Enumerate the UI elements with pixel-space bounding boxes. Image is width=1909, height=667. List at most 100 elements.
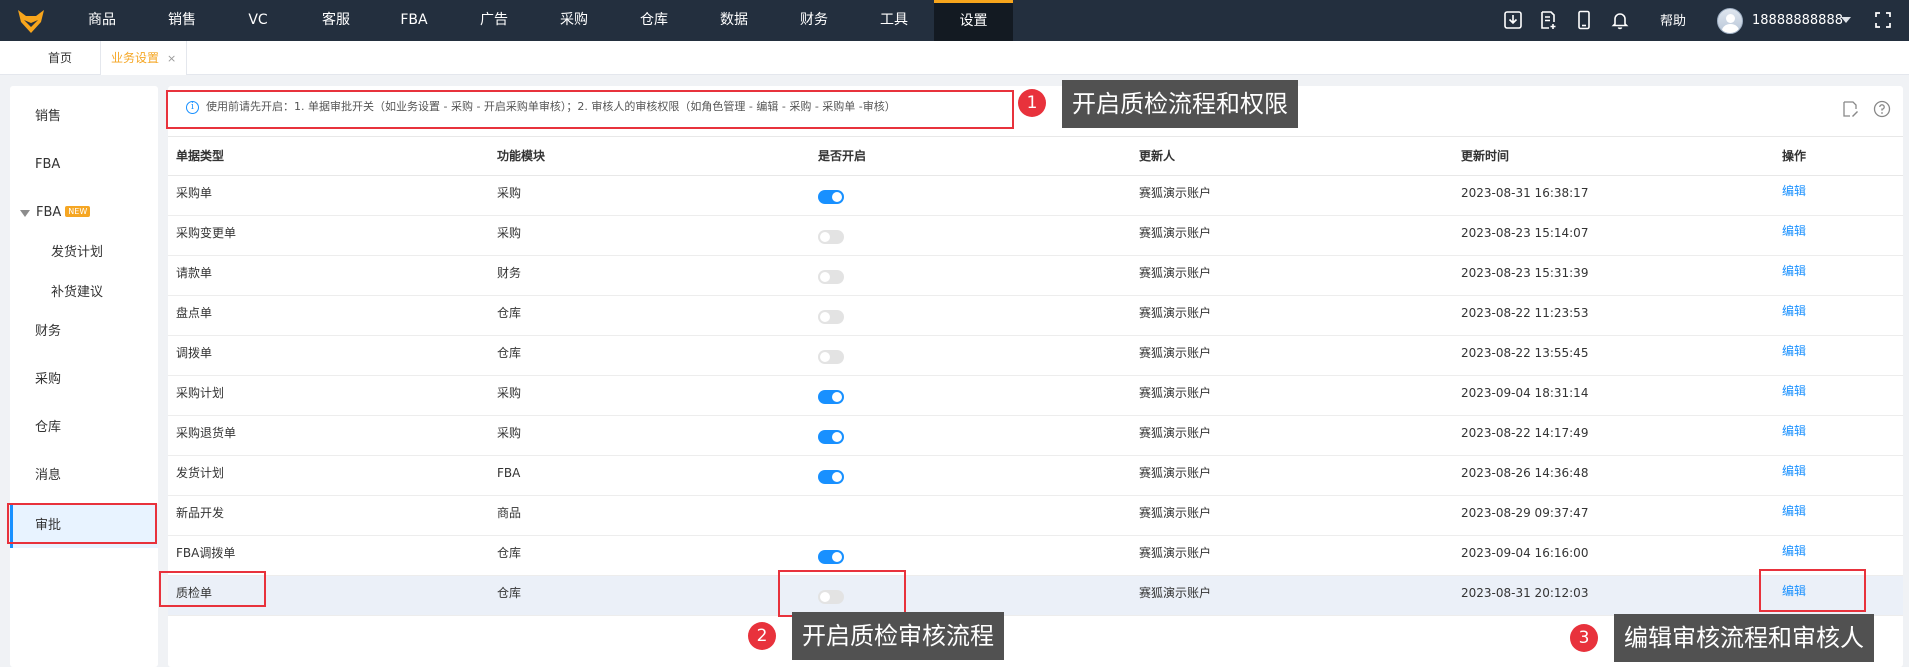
approval-settings-panel: i 使用前请先开启：1. 单据审批开关（如业务设置 - 采购 - 开启采购单审核… — [168, 86, 1903, 667]
cell-module: 商品 — [497, 506, 522, 520]
sidebar-item-fba-group-label: FBA — [36, 205, 62, 220]
nav-item-customer-service[interactable]: 客服 — [296, 0, 376, 41]
edit-link[interactable]: 编辑 — [1782, 336, 1806, 370]
edit-link[interactable]: 编辑 — [1782, 416, 1806, 450]
enable-toggle[interactable] — [818, 190, 844, 204]
callout-label-3: 编辑审核流程和审核人 — [1614, 614, 1874, 662]
table-row: 发货计划 FBA 赛狐演示账户 2023-08-26 14:36:48 编辑 — [168, 456, 1903, 496]
download-icon[interactable] — [1503, 10, 1523, 30]
cell-doc-type: 采购退货单 — [176, 426, 237, 440]
cell-update-time: 2023-08-31 16:38:17 — [1461, 186, 1589, 200]
cell-updater: 赛狐演示账户 — [1139, 226, 1212, 240]
new-badge: NEW — [65, 206, 91, 217]
sidebar-item-sales[interactable]: 销售 — [10, 105, 158, 129]
edit-link[interactable]: 编辑 — [1782, 176, 1806, 210]
cell-update-time: 2023-08-23 15:14:07 — [1461, 226, 1589, 240]
enable-toggle[interactable] — [818, 230, 844, 244]
app-logo-icon[interactable] — [16, 6, 46, 36]
sidebar-item-warehouse[interactable]: 仓库 — [10, 416, 158, 440]
nav-item-warehouse[interactable]: 仓库 — [614, 0, 694, 41]
sidebar-item-restock-suggestion[interactable]: 补货建议 — [10, 281, 158, 305]
cell-doc-type: 采购计划 — [176, 386, 225, 400]
column-header-module: 功能模块 — [497, 149, 546, 163]
cell-module: 采购 — [497, 186, 522, 200]
help-icon[interactable] — [1873, 100, 1891, 118]
help-link[interactable]: 帮助 — [1660, 0, 1686, 41]
nav-item-data[interactable]: 数据 — [694, 0, 774, 41]
enable-toggle[interactable] — [818, 430, 844, 444]
top-navigation-bar: 商品 销售 VC 客服 FBA 广告 采购 仓库 数据 财务 工具 设置 帮助 … — [0, 0, 1909, 41]
table-row: 盘点单 仓库 赛狐演示账户 2023-08-22 11:23:53 编辑 — [168, 296, 1903, 336]
enable-toggle[interactable] — [818, 350, 844, 364]
callout-number-3: 3 — [1570, 624, 1598, 652]
tab-home[interactable]: 首页 — [48, 41, 72, 75]
edit-link[interactable]: 编辑 — [1782, 376, 1806, 410]
nav-item-sales[interactable]: 销售 — [142, 0, 222, 41]
nav-item-finance[interactable]: 财务 — [774, 0, 854, 41]
sidebar-item-fba-group[interactable]: FBA NEW — [10, 201, 158, 225]
enable-toggle[interactable] — [818, 390, 844, 404]
cell-module: 仓库 — [497, 586, 522, 600]
enable-toggle[interactable] — [818, 310, 844, 324]
nav-item-purchase[interactable]: 采购 — [534, 0, 614, 41]
cell-module: 仓库 — [497, 546, 522, 560]
enable-toggle[interactable] — [818, 270, 844, 284]
highlight-box-quality-check-row — [159, 571, 266, 607]
callout-label-1: 开启质检流程和权限 — [1062, 80, 1298, 128]
column-header-enabled: 是否开启 — [818, 149, 867, 163]
sidebar-item-fba[interactable]: FBA — [10, 153, 158, 177]
cell-module: 采购 — [497, 226, 522, 240]
cell-updater: 赛狐演示账户 — [1139, 426, 1212, 440]
cell-doc-type: 调拨单 — [176, 346, 213, 360]
nav-item-ads[interactable]: 广告 — [454, 0, 534, 41]
cell-update-time: 2023-08-26 14:36:48 — [1461, 466, 1589, 480]
export-list-icon[interactable] — [1538, 10, 1558, 30]
edit-link[interactable]: 编辑 — [1782, 296, 1806, 330]
cell-doc-type: FBA调拨单 — [176, 546, 236, 560]
enable-toggle[interactable] — [818, 550, 844, 564]
cell-updater: 赛狐演示账户 — [1139, 506, 1212, 520]
cell-doc-type: 新品开发 — [176, 506, 225, 520]
sidebar-item-message[interactable]: 消息 — [10, 464, 158, 488]
table-row: 调拨单 仓库 赛狐演示账户 2023-08-22 13:55:45 编辑 — [168, 336, 1903, 376]
edit-link[interactable]: 编辑 — [1782, 536, 1806, 570]
cell-updater: 赛狐演示账户 — [1139, 466, 1212, 480]
chevron-down-icon[interactable] — [1841, 17, 1851, 23]
bell-icon[interactable] — [1610, 10, 1630, 30]
fullscreen-icon[interactable] — [1873, 10, 1893, 30]
cell-updater: 赛狐演示账户 — [1139, 186, 1212, 200]
nav-item-goods[interactable]: 商品 — [62, 0, 142, 41]
highlight-box-approval-menu — [7, 503, 157, 544]
edit-link[interactable]: 编辑 — [1782, 496, 1806, 530]
user-avatar[interactable] — [1717, 8, 1743, 34]
mobile-icon[interactable] — [1574, 10, 1594, 30]
enable-toggle[interactable] — [818, 470, 844, 484]
caret-down-icon[interactable] — [20, 210, 30, 217]
edit-document-icon[interactable] — [1841, 100, 1859, 118]
cell-module: 采购 — [497, 386, 522, 400]
tab-business-settings[interactable]: 业务设置 × — [100, 41, 188, 75]
edit-link[interactable]: 编辑 — [1782, 456, 1806, 490]
cell-module: 采购 — [497, 426, 522, 440]
user-name[interactable]: 18888888888 — [1752, 0, 1843, 41]
cell-module: 财务 — [497, 266, 522, 280]
sidebar-item-finance[interactable]: 财务 — [10, 320, 158, 344]
close-icon[interactable]: × — [167, 52, 176, 65]
nav-item-settings[interactable]: 设置 — [934, 0, 1013, 41]
nav-item-tools[interactable]: 工具 — [854, 0, 934, 41]
cell-update-time: 2023-08-22 11:23:53 — [1461, 306, 1589, 320]
table-row: 采购退货单 采购 赛狐演示账户 2023-08-22 14:17:49 编辑 — [168, 416, 1903, 456]
sidebar-item-shipping-plan[interactable]: 发货计划 — [10, 241, 158, 265]
cell-doc-type: 请款单 — [176, 266, 213, 280]
edit-link[interactable]: 编辑 — [1782, 216, 1806, 250]
table-header: 单据类型 功能模块 是否开启 更新人 更新时间 操作 — [168, 136, 1903, 176]
sidebar-item-purchase[interactable]: 采购 — [10, 368, 158, 392]
cell-module: 仓库 — [497, 306, 522, 320]
cell-module: FBA — [497, 466, 521, 480]
cell-update-time: 2023-08-29 09:37:47 — [1461, 506, 1589, 520]
edit-link[interactable]: 编辑 — [1782, 256, 1806, 290]
table-row: 采购单 采购 赛狐演示账户 2023-08-31 16:38:17 编辑 — [168, 176, 1903, 216]
cell-update-time: 2023-08-22 13:55:45 — [1461, 346, 1589, 360]
nav-item-fba[interactable]: FBA — [374, 0, 454, 41]
nav-item-vc[interactable]: VC — [218, 0, 298, 41]
